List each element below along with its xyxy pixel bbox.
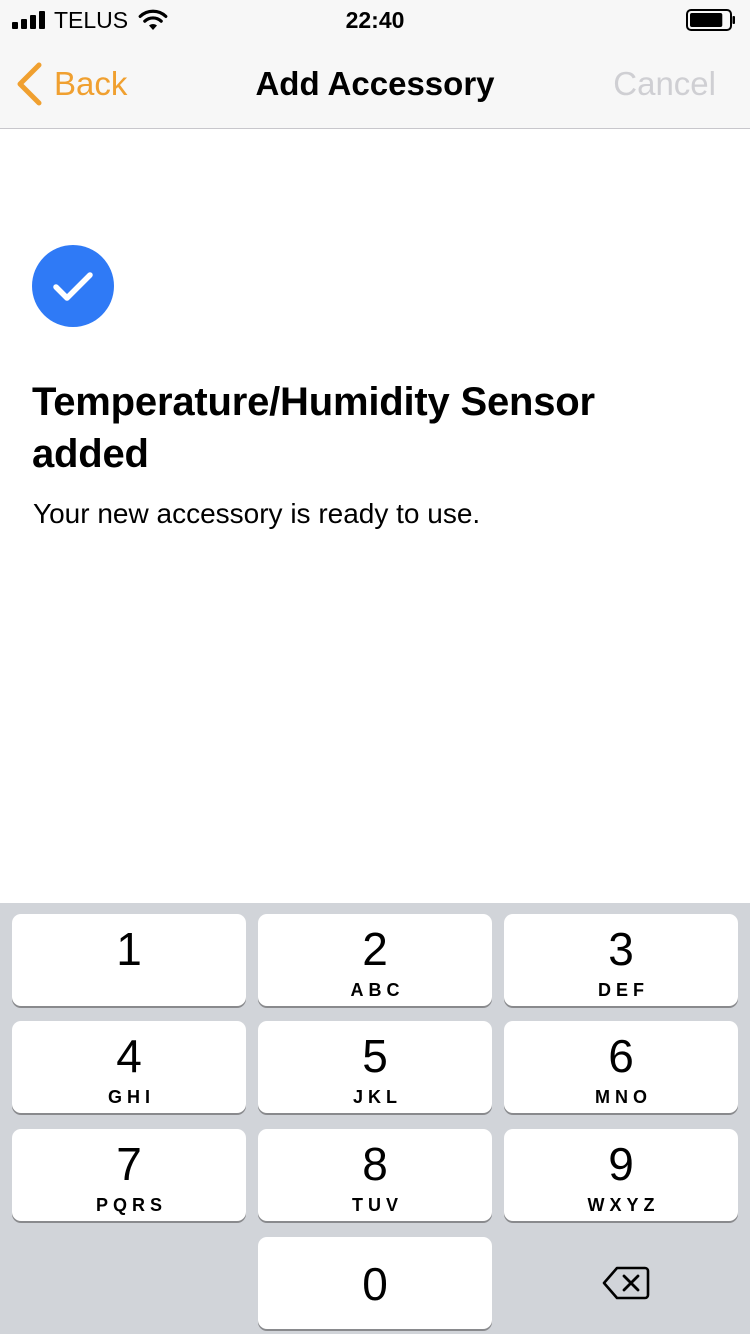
- key-digit: 6: [608, 1030, 634, 1082]
- key-letters: ABC: [350, 980, 405, 1000]
- key-7[interactable]: 7 PQRS: [12, 1129, 246, 1221]
- key-6[interactable]: 6 MNO: [504, 1021, 738, 1113]
- key-letters: DEF: [598, 980, 649, 1000]
- backspace-icon: [602, 1266, 650, 1300]
- status-time: 22:40: [345, 7, 405, 33]
- key-digit: 1: [116, 923, 142, 975]
- delete-key[interactable]: [504, 1237, 738, 1329]
- key-digit: 4: [116, 1030, 142, 1082]
- success-badge: [32, 245, 114, 327]
- key-0[interactable]: 0: [258, 1237, 492, 1329]
- confirmation-subtitle: Your new accessory is ready to use.: [33, 498, 481, 529]
- key-2[interactable]: 2 ABC: [258, 914, 492, 1006]
- key-8[interactable]: 8 TUV: [258, 1129, 492, 1221]
- key-digit: 7: [116, 1138, 142, 1190]
- key-digit: 5: [362, 1030, 388, 1082]
- key-letters: GHI: [107, 1087, 155, 1107]
- key-3[interactable]: 3 DEF: [504, 914, 738, 1006]
- key-letters: MNO: [595, 1087, 652, 1107]
- status-bar: TELUS 22:40: [0, 0, 750, 40]
- confirmation-title: Temperature/Humidity Sensor added: [32, 380, 595, 476]
- numeric-keypad: 1 2 ABC 3 DEF 4 GHI 5 JKL 6 MNO 7 PQRS 8…: [0, 903, 750, 1334]
- key-digit: 0: [362, 1258, 388, 1310]
- key-letters: PQRS: [95, 1195, 167, 1215]
- checkmark-icon: [53, 272, 93, 301]
- battery-icon: [686, 9, 735, 31]
- key-4[interactable]: 4 GHI: [12, 1021, 246, 1113]
- cancel-button[interactable]: Cancel: [613, 64, 716, 104]
- key-9[interactable]: 9 WXYZ: [504, 1129, 738, 1221]
- navigation-bar: Back Add Accessory Cancel: [0, 40, 750, 129]
- key-digit: 2: [362, 923, 388, 975]
- key-5[interactable]: 5 JKL: [258, 1021, 492, 1113]
- key-digit: 8: [362, 1138, 388, 1190]
- key-letters: TUV: [352, 1195, 403, 1215]
- key-digit: 3: [608, 923, 634, 975]
- key-digit: 9: [608, 1138, 634, 1190]
- key-letters: JKL: [352, 1087, 402, 1107]
- key-1[interactable]: 1: [12, 914, 246, 1006]
- key-letters: WXYZ: [587, 1195, 660, 1215]
